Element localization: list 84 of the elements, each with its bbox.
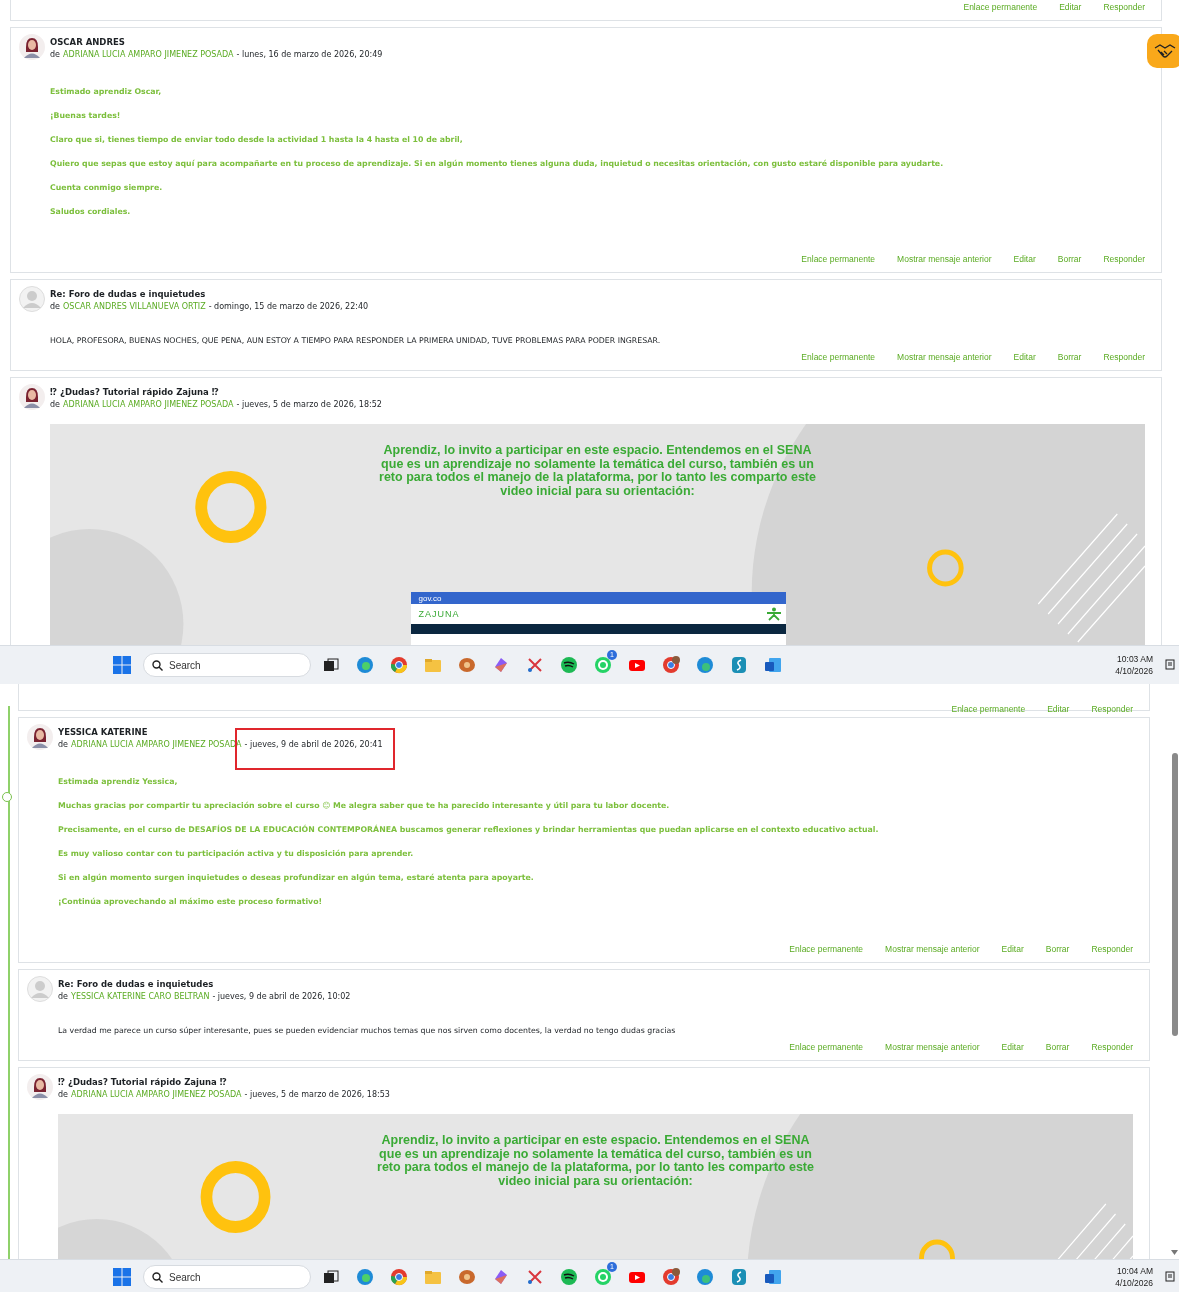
clock-time: 10:04 AM (1117, 1265, 1153, 1277)
post-date: - jueves, 5 de marzo de 2026, 18:53 (244, 1090, 390, 1099)
post-action-link[interactable]: Editar (1013, 254, 1036, 264)
post-action-link[interactable]: Responder (1091, 704, 1133, 714)
post-action-link[interactable]: Responder (1103, 352, 1145, 362)
browser-icon[interactable] (389, 655, 409, 675)
post-subject: YESSICA KATERINE (58, 727, 149, 737)
document-icon[interactable] (763, 1267, 783, 1287)
post-action-link[interactable]: Enlace permanente (951, 704, 1026, 714)
search-icon (152, 659, 163, 671)
browser-icon[interactable] (355, 1267, 375, 1287)
post-date: - jueves, 9 de abril de 2026, 20:41 (244, 740, 383, 749)
post-subject: OSCAR ANDRES (50, 37, 126, 47)
post-subject: ⁉ ¿Dudas? Tutorial rápido Zajuna ⁉ (50, 387, 220, 397)
post-action-link[interactable]: Mostrar mensaje anterior (885, 1042, 980, 1052)
post-action-link[interactable]: Mostrar mensaje anterior (897, 254, 992, 264)
search-field[interactable]: Search (143, 1265, 311, 1289)
author-link[interactable]: OSCAR ANDRES VILLANUEVA ORTIZ (63, 302, 206, 311)
author-link[interactable]: YESSICA KATERINE CARO BELTRAN (71, 992, 210, 1001)
post-action-link[interactable]: Enlace permanente (801, 352, 876, 362)
post-action-link[interactable]: Responder (1091, 1042, 1133, 1052)
handshake-icon (1154, 42, 1176, 60)
post-action-link[interactable]: Mostrar mensaje anterior (897, 352, 992, 362)
scroll-down-icon[interactable] (1171, 1250, 1178, 1255)
app-icon[interactable] (729, 1267, 749, 1287)
site-domain: gov.co (418, 593, 442, 603)
post-action-link[interactable]: Enlace permanente (801, 254, 876, 264)
browser-icon[interactable] (355, 655, 375, 675)
notification-icon[interactable] (1165, 1271, 1175, 1283)
byline-label: de (58, 740, 68, 749)
byline-label: de (50, 400, 60, 409)
post-action-link[interactable]: Enlace permanente (789, 944, 864, 954)
author-link[interactable]: ADRIANA LUCIA AMPARO JIMENEZ POSADA (71, 1090, 242, 1099)
music-icon[interactable] (559, 1267, 579, 1287)
browser-icon[interactable] (661, 655, 681, 675)
author-link[interactable]: ADRIANA LUCIA AMPARO JIMENEZ POSADA (63, 50, 234, 59)
post-action-link[interactable]: Borrar (1057, 352, 1082, 362)
music-icon[interactable] (559, 655, 579, 675)
scrollbar-thumb[interactable] (1172, 753, 1178, 1036)
post-action-link[interactable]: Borrar (1045, 1042, 1070, 1052)
browser-icon[interactable] (695, 1267, 715, 1287)
banner-text: Aprendiz, lo invito a participar en este espacio. Entendemos en el SENA que es un aprendizaje no solamente la temática del curso, también es un reto para todos el manejo de la plataforma, por lo tanto les comparto este video inicial para su orientación: (378, 444, 817, 498)
post-action-link[interactable]: Editar (1001, 1042, 1024, 1052)
search-icon (152, 1271, 163, 1283)
post-subject: Re: Foro de dudas e inquietudes (58, 979, 215, 989)
post-date: - jueves, 9 de abril de 2026, 10:02 (212, 992, 351, 1001)
person-logo-icon (765, 607, 782, 621)
byline-label: de (50, 50, 60, 59)
notification-icon[interactable] (1165, 659, 1175, 671)
start-icon[interactable] (113, 656, 131, 674)
post-date: - lunes, 16 de marzo de 2026, 20:49 (236, 50, 383, 59)
byline-label: de (50, 302, 60, 311)
clock-date: 4/10/2026 (1115, 665, 1153, 677)
banner-text: Aprendiz, lo invito a participar en este espacio. Entendemos en el SENA que es un aprendizaje no solamente la temática del curso, también es un reto para todos el manejo de la plataforma, por lo tanto les comparto este video inicial para su orientación: (376, 1134, 815, 1188)
search-field[interactable]: Search (143, 653, 311, 677)
post-action-link[interactable]: Editar (1047, 704, 1070, 714)
post-subject: ⁉ ¿Dudas? Tutorial rápido Zajuna ⁉ (58, 1077, 228, 1087)
browser-icon[interactable] (389, 1267, 409, 1287)
post-date: - jueves, 5 de marzo de 2026, 18:52 (236, 400, 382, 409)
browser-icon[interactable] (661, 1267, 681, 1287)
post-action-link[interactable]: Editar (1001, 944, 1024, 954)
site-logo: ZAJUNA (418, 609, 460, 619)
start-icon[interactable] (113, 1268, 131, 1286)
post-date: - domingo, 15 de marzo de 2026, 22:40 (208, 302, 369, 311)
post-action-link[interactable]: Enlace permanente (789, 1042, 864, 1052)
app-icon[interactable] (729, 655, 749, 675)
post-action-link[interactable]: Enlace permanente (963, 2, 1038, 12)
help-button[interactable] (1147, 34, 1179, 68)
author-link[interactable]: ADRIANA LUCIA AMPARO JIMENEZ POSADA (63, 400, 234, 409)
post-action-link[interactable]: Editar (1013, 352, 1036, 362)
document-icon[interactable] (763, 655, 783, 675)
post-action-link[interactable]: Responder (1103, 2, 1145, 12)
browser-icon[interactable] (695, 655, 715, 675)
clock-time: 10:03 AM (1117, 653, 1153, 665)
post-action-link[interactable]: Editar (1059, 2, 1082, 12)
post-subject: Re: Foro de dudas e inquietudes (50, 289, 207, 299)
byline-label: de (58, 1090, 68, 1099)
post-action-link[interactable]: Responder (1103, 254, 1145, 264)
byline-label: de (58, 992, 68, 1001)
post-action-link[interactable]: Borrar (1057, 254, 1082, 264)
post-action-link[interactable]: Mostrar mensaje anterior (885, 944, 980, 954)
clock-date: 4/10/2026 (1115, 1277, 1153, 1289)
post-action-link[interactable]: Borrar (1045, 944, 1070, 954)
post-action-link[interactable]: Responder (1091, 944, 1133, 954)
